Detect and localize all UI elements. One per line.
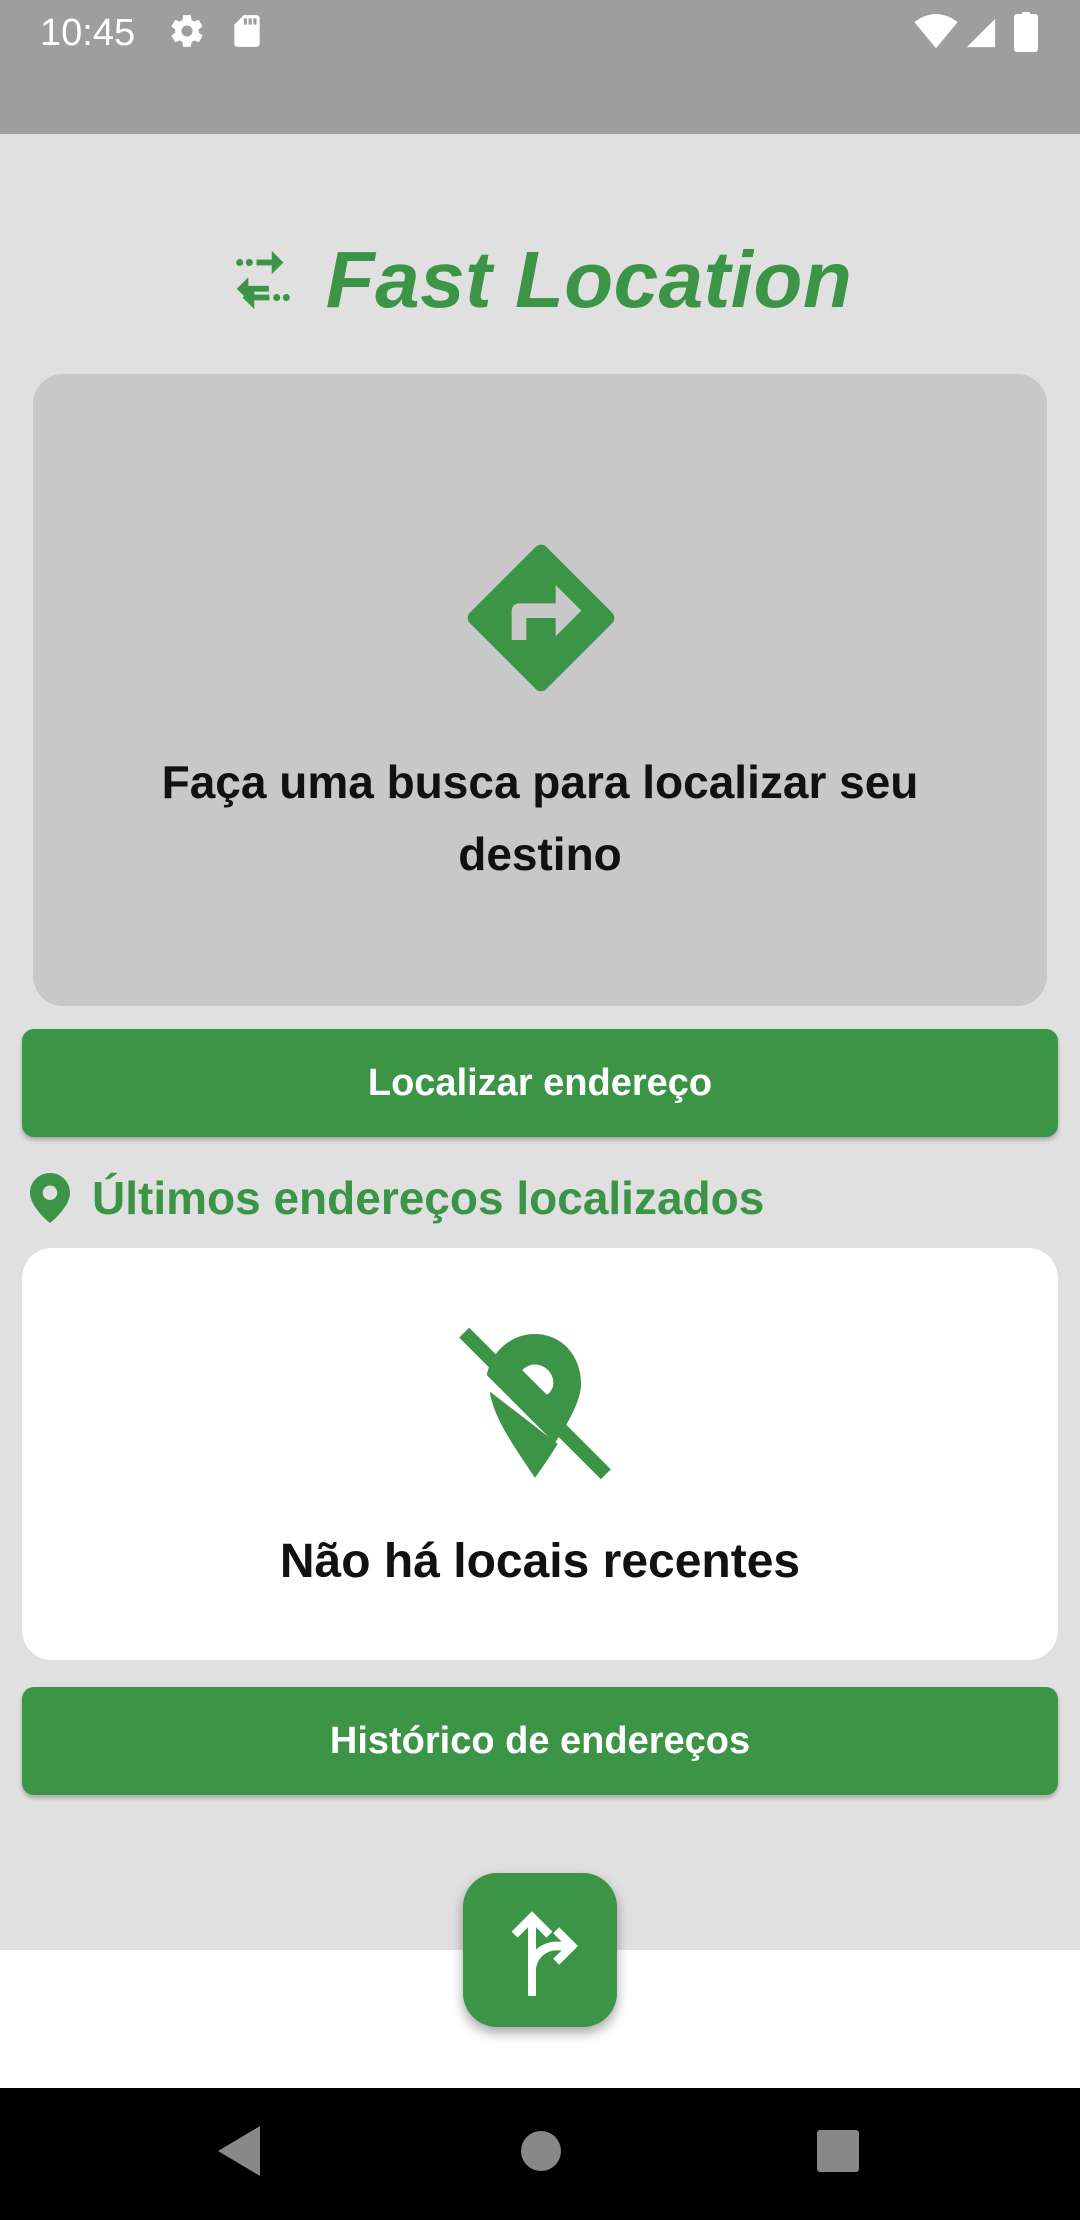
recent-locations-card: Não há locais recentes: [22, 1248, 1058, 1660]
status-bar: 10:45: [0, 0, 1080, 134]
sd-card-icon: [230, 12, 264, 55]
app-title: Fast Location: [325, 235, 853, 324]
gear-icon: [168, 12, 206, 55]
swap-arrows-icon: [228, 245, 298, 315]
search-card: Faça uma busca para localizar seu destin…: [33, 374, 1047, 1006]
battery-icon: [1014, 12, 1038, 57]
main-content: Fast Location Faça uma busca para locali…: [0, 134, 1080, 1950]
recents-icon[interactable]: [817, 2126, 859, 2181]
status-time: 10:45: [40, 12, 136, 54]
system-nav-bar: [0, 2088, 1080, 2220]
directions-icon: [453, 530, 629, 711]
fork-right-icon: [500, 1900, 580, 2001]
recent-section-header: Últimos endereços localizados: [30, 1168, 764, 1228]
back-icon[interactable]: [218, 2126, 260, 2181]
signal-icon: [964, 16, 998, 55]
locate-address-button[interactable]: Localizar endereço: [22, 1029, 1058, 1137]
search-message: Faça uma busca para localizar seu destin…: [161, 756, 919, 880]
location-off-icon: [450, 1318, 620, 1501]
wifi-icon: [914, 14, 958, 55]
recent-section-title: Últimos endereços localizados: [92, 1172, 765, 1224]
location-pin-icon: [30, 1173, 70, 1223]
empty-recent-message: Não há locais recentes: [279, 1535, 801, 1588]
app-header: Fast Location: [0, 230, 1080, 330]
address-history-button[interactable]: Histórico de endereços: [22, 1687, 1058, 1795]
route-fab-button[interactable]: [463, 1873, 617, 2027]
home-icon[interactable]: [520, 2126, 562, 2181]
